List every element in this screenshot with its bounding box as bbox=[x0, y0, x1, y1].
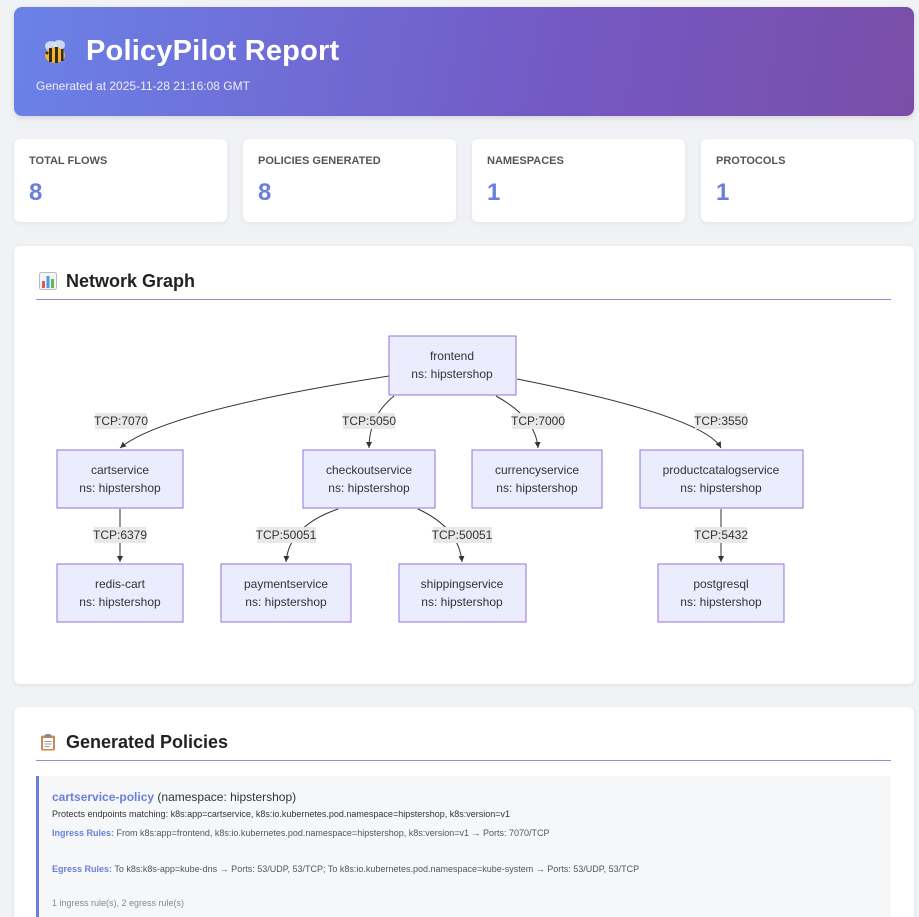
edge-label: TCP:7070 bbox=[94, 413, 148, 429]
node-namespace: ns: hipstershop bbox=[79, 595, 161, 609]
stat-label: NAMESPACES bbox=[487, 155, 564, 167]
network-graph: TCP:7070 TCP:5050 TCP:7000 TCP:3550 TCP:… bbox=[56, 335, 804, 623]
stat-value: 1 bbox=[716, 179, 730, 206]
stat-card-total-flows: TOTAL FLOWS 8 bbox=[14, 139, 227, 222]
node-name: checkoutservice bbox=[326, 463, 412, 477]
edge-label-text: TCP:6379 bbox=[93, 528, 147, 542]
node-name: productcatalogservice bbox=[663, 463, 780, 477]
edge-label: TCP:50051 bbox=[432, 527, 493, 543]
stat-card-namespaces: NAMESPACES 1 bbox=[472, 139, 685, 222]
graph-node-checkoutservice[interactable]: checkoutservice ns: hipstershop bbox=[302, 449, 436, 509]
edge-label-text: TCP:50051 bbox=[432, 528, 493, 542]
stat-card-policies-generated: POLICIES GENERATED 8 bbox=[243, 139, 456, 222]
stat-value: 8 bbox=[258, 179, 272, 206]
policy-ingress-rules: Ingress Rules: From k8s:app=frontend, k8… bbox=[52, 828, 550, 838]
egress-rules-label: Egress Rules: bbox=[52, 864, 113, 874]
edge-label-text: TCP:5432 bbox=[694, 528, 748, 542]
stat-card-protocols: PROTOCOLS 1 bbox=[701, 139, 914, 222]
node-name: frontend bbox=[430, 349, 474, 363]
ingress-rules-text: From k8s:app=frontend, k8s:io.kubernetes… bbox=[116, 828, 550, 838]
edge-label: TCP:50051 bbox=[256, 527, 317, 543]
stat-label: POLICIES GENERATED bbox=[258, 155, 381, 167]
edge-label: TCP:7000 bbox=[511, 413, 565, 429]
node-name: postgresql bbox=[693, 577, 748, 591]
graph-node-frontend[interactable]: frontend ns: hipstershop bbox=[388, 335, 517, 396]
generated-policies-card: Generated Policies cartservice-policy (n… bbox=[14, 707, 914, 917]
node-name: shippingservice bbox=[421, 577, 504, 591]
egress-rules-text: To k8s:k8s-app=kube-dns → Ports: 53/UDP,… bbox=[114, 864, 640, 874]
node-namespace: ns: hipstershop bbox=[496, 481, 578, 495]
node-namespace: ns: hipstershop bbox=[245, 595, 327, 609]
edge-frontend-cartservice bbox=[119, 375, 390, 449]
edge-label: TCP:5050 bbox=[342, 413, 396, 429]
graph-node-currencyservice[interactable]: currencyservice ns: hipstershop bbox=[471, 449, 603, 509]
report-header: PolicyPilot Report Generated at 2025-11-… bbox=[14, 7, 914, 116]
stat-label: PROTOCOLS bbox=[716, 155, 786, 167]
edge-label-text: TCP:3550 bbox=[694, 414, 748, 428]
section-title-generated-policies: Generated Policies bbox=[66, 732, 229, 752]
generated-timestamp: Generated at 2025-11-28 21:16:08 GMT bbox=[36, 79, 250, 93]
graph-node-shippingservice[interactable]: shippingservice ns: hipstershop bbox=[398, 563, 527, 623]
network-graph-card: Network Graph TCP:7070 TCP:5050 TCP:7000 bbox=[14, 246, 914, 684]
edge-label: TCP:5432 bbox=[694, 527, 748, 543]
policy-item: cartservice-policy (namespace: hipstersh… bbox=[36, 776, 891, 917]
stat-value: 8 bbox=[29, 179, 43, 206]
edge-label: TCP:3550 bbox=[694, 413, 748, 429]
section-divider bbox=[36, 760, 891, 761]
node-name: currencyservice bbox=[495, 463, 579, 477]
policy-rule-summary: 1 ingress rule(s), 2 egress rule(s) bbox=[52, 898, 185, 908]
node-namespace: ns: hipstershop bbox=[421, 595, 503, 609]
policy-heading: cartservice-policy (namespace: hipstersh… bbox=[52, 790, 296, 804]
stat-value: 1 bbox=[487, 179, 501, 206]
graph-node-postgresql[interactable]: postgresql ns: hipstershop bbox=[657, 563, 785, 623]
edge-label-text: TCP:50051 bbox=[256, 528, 317, 542]
edge-label-text: TCP:7070 bbox=[94, 414, 148, 428]
edge-label-text: TCP:7000 bbox=[511, 414, 565, 428]
edge-label: TCP:6379 bbox=[93, 527, 147, 543]
stat-label: TOTAL FLOWS bbox=[29, 155, 108, 167]
node-namespace: ns: hipstershop bbox=[328, 481, 410, 495]
node-namespace: ns: hipstershop bbox=[79, 481, 161, 495]
node-name: paymentservice bbox=[244, 577, 328, 591]
bee-icon bbox=[45, 40, 65, 63]
policy-endpoint-selector: Protects endpoints matching: k8s:app=car… bbox=[52, 809, 511, 819]
graph-node-redis-cart[interactable]: redis-cart ns: hipstershop bbox=[56, 563, 184, 623]
clipboard-icon bbox=[41, 734, 55, 751]
node-namespace: ns: hipstershop bbox=[680, 595, 762, 609]
graph-node-cartservice[interactable]: cartservice ns: hipstershop bbox=[56, 449, 184, 509]
node-name: cartservice bbox=[91, 463, 149, 477]
report-title: PolicyPilot Report bbox=[86, 35, 340, 67]
edge-label-text: TCP:5050 bbox=[342, 414, 396, 428]
node-name: redis-cart bbox=[95, 577, 146, 591]
graph-node-paymentservice[interactable]: paymentservice ns: hipstershop bbox=[220, 563, 352, 623]
ingress-rules-label: Ingress Rules: bbox=[52, 828, 115, 838]
graph-node-productcatalogservice[interactable]: productcatalogservice ns: hipstershop bbox=[639, 449, 804, 509]
policy-egress-rules: Egress Rules: To k8s:k8s-app=kube-dns → … bbox=[52, 864, 639, 874]
node-namespace: ns: hipstershop bbox=[680, 481, 762, 495]
node-namespace: ns: hipstershop bbox=[411, 367, 493, 381]
policy-name-link[interactable]: cartservice-policy bbox=[52, 790, 154, 804]
policy-namespace: (namespace: hipstershop) bbox=[157, 790, 297, 804]
